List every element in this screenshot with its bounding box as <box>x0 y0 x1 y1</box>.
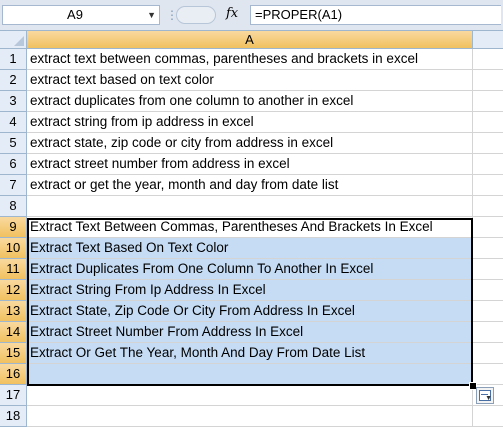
row-header[interactable]: 13 <box>0 301 27 322</box>
cell-b9[interactable] <box>473 217 503 238</box>
column-header-b[interactable] <box>473 31 503 49</box>
autofill-options-button[interactable]: ▼ <box>476 387 494 404</box>
row-header[interactable]: 11 <box>0 259 27 280</box>
row-header[interactable]: 9 <box>0 217 27 238</box>
cell-a3[interactable]: extract duplicates from one column to an… <box>27 91 473 112</box>
row-header[interactable]: 2 <box>0 70 27 91</box>
cell-a9[interactable]: Extract Text Between Commas, Parentheses… <box>27 217 473 238</box>
cell-a13[interactable]: Extract State, Zip Code Or City From Add… <box>27 301 473 322</box>
cell-b2[interactable] <box>473 70 503 91</box>
cell-b12[interactable] <box>473 280 503 301</box>
row-header[interactable]: 14 <box>0 322 27 343</box>
name-box-value: A9 <box>67 7 83 22</box>
cell-a2[interactable]: extract text based on text color <box>27 70 473 91</box>
row-header[interactable]: 3 <box>0 91 27 112</box>
cell-a5[interactable]: extract state, zip code or city from add… <box>27 133 473 154</box>
cell-a14[interactable]: Extract Street Number From Address In Ex… <box>27 322 473 343</box>
cell-a15[interactable]: Extract Or Get The Year, Month And Day F… <box>27 343 473 364</box>
grip-icon: ⋮ <box>166 8 178 22</box>
cell-a16[interactable] <box>27 364 473 385</box>
cell-a10[interactable]: Extract Text Based On Text Color <box>27 238 473 259</box>
chevron-down-icon: ▼ <box>485 395 492 402</box>
row-header[interactable]: 12 <box>0 280 27 301</box>
cell-b8[interactable] <box>473 196 503 217</box>
cell-a6[interactable]: extract street number from address in ex… <box>27 154 473 175</box>
row-header[interactable]: 16 <box>0 364 27 385</box>
chevron-down-icon[interactable]: ▼ <box>147 6 156 24</box>
cell-b1[interactable] <box>473 49 503 70</box>
cell-b7[interactable] <box>473 175 503 196</box>
cell-a4[interactable]: extract string from ip address in excel <box>27 112 473 133</box>
cell-a12[interactable]: Extract String From Ip Address In Excel <box>27 280 473 301</box>
row-header[interactable]: 5 <box>0 133 27 154</box>
row-header[interactable]: 6 <box>0 154 27 175</box>
select-all-button[interactable] <box>0 31 27 49</box>
cell-a8[interactable] <box>27 196 473 217</box>
cell-a11[interactable]: Extract Duplicates From One Column To An… <box>27 259 473 280</box>
cell-a17[interactable] <box>27 385 473 406</box>
cell-b4[interactable] <box>473 112 503 133</box>
cell-b14[interactable] <box>473 322 503 343</box>
cell-b11[interactable] <box>473 259 503 280</box>
cell-b6[interactable] <box>473 154 503 175</box>
insert-function-icon[interactable]: fx <box>226 6 238 21</box>
cell-b13[interactable] <box>473 301 503 322</box>
row-header[interactable]: 8 <box>0 196 27 217</box>
row-header[interactable]: 18 <box>0 406 27 427</box>
name-box[interactable]: A9 ▼ <box>2 5 160 25</box>
row-header[interactable]: 4 <box>0 112 27 133</box>
cell-a18[interactable] <box>27 406 473 427</box>
column-header-a[interactable]: A <box>27 31 473 49</box>
formula-input[interactable]: =PROPER(A1) <box>250 5 501 25</box>
formula-bar: A9 ▼ ⋮ fx =PROPER(A1) <box>0 0 503 31</box>
row-header[interactable]: 10 <box>0 238 27 259</box>
formula-bar-button[interactable] <box>176 6 216 24</box>
cell-b15[interactable] <box>473 343 503 364</box>
row-header[interactable]: 15 <box>0 343 27 364</box>
cell-b10[interactable] <box>473 238 503 259</box>
select-all-triangle-icon <box>14 36 24 46</box>
row-header[interactable]: 7 <box>0 175 27 196</box>
cell-b3[interactable] <box>473 91 503 112</box>
cell-b5[interactable] <box>473 133 503 154</box>
row-header[interactable]: 1 <box>0 49 27 70</box>
cell-b18[interactable] <box>473 406 503 427</box>
row-header[interactable]: 17 <box>0 385 27 406</box>
cell-b16[interactable] <box>473 364 503 385</box>
cell-a7[interactable]: extract or get the year, month and day f… <box>27 175 473 196</box>
cell-a1[interactable]: extract text between commas, parentheses… <box>27 49 473 70</box>
